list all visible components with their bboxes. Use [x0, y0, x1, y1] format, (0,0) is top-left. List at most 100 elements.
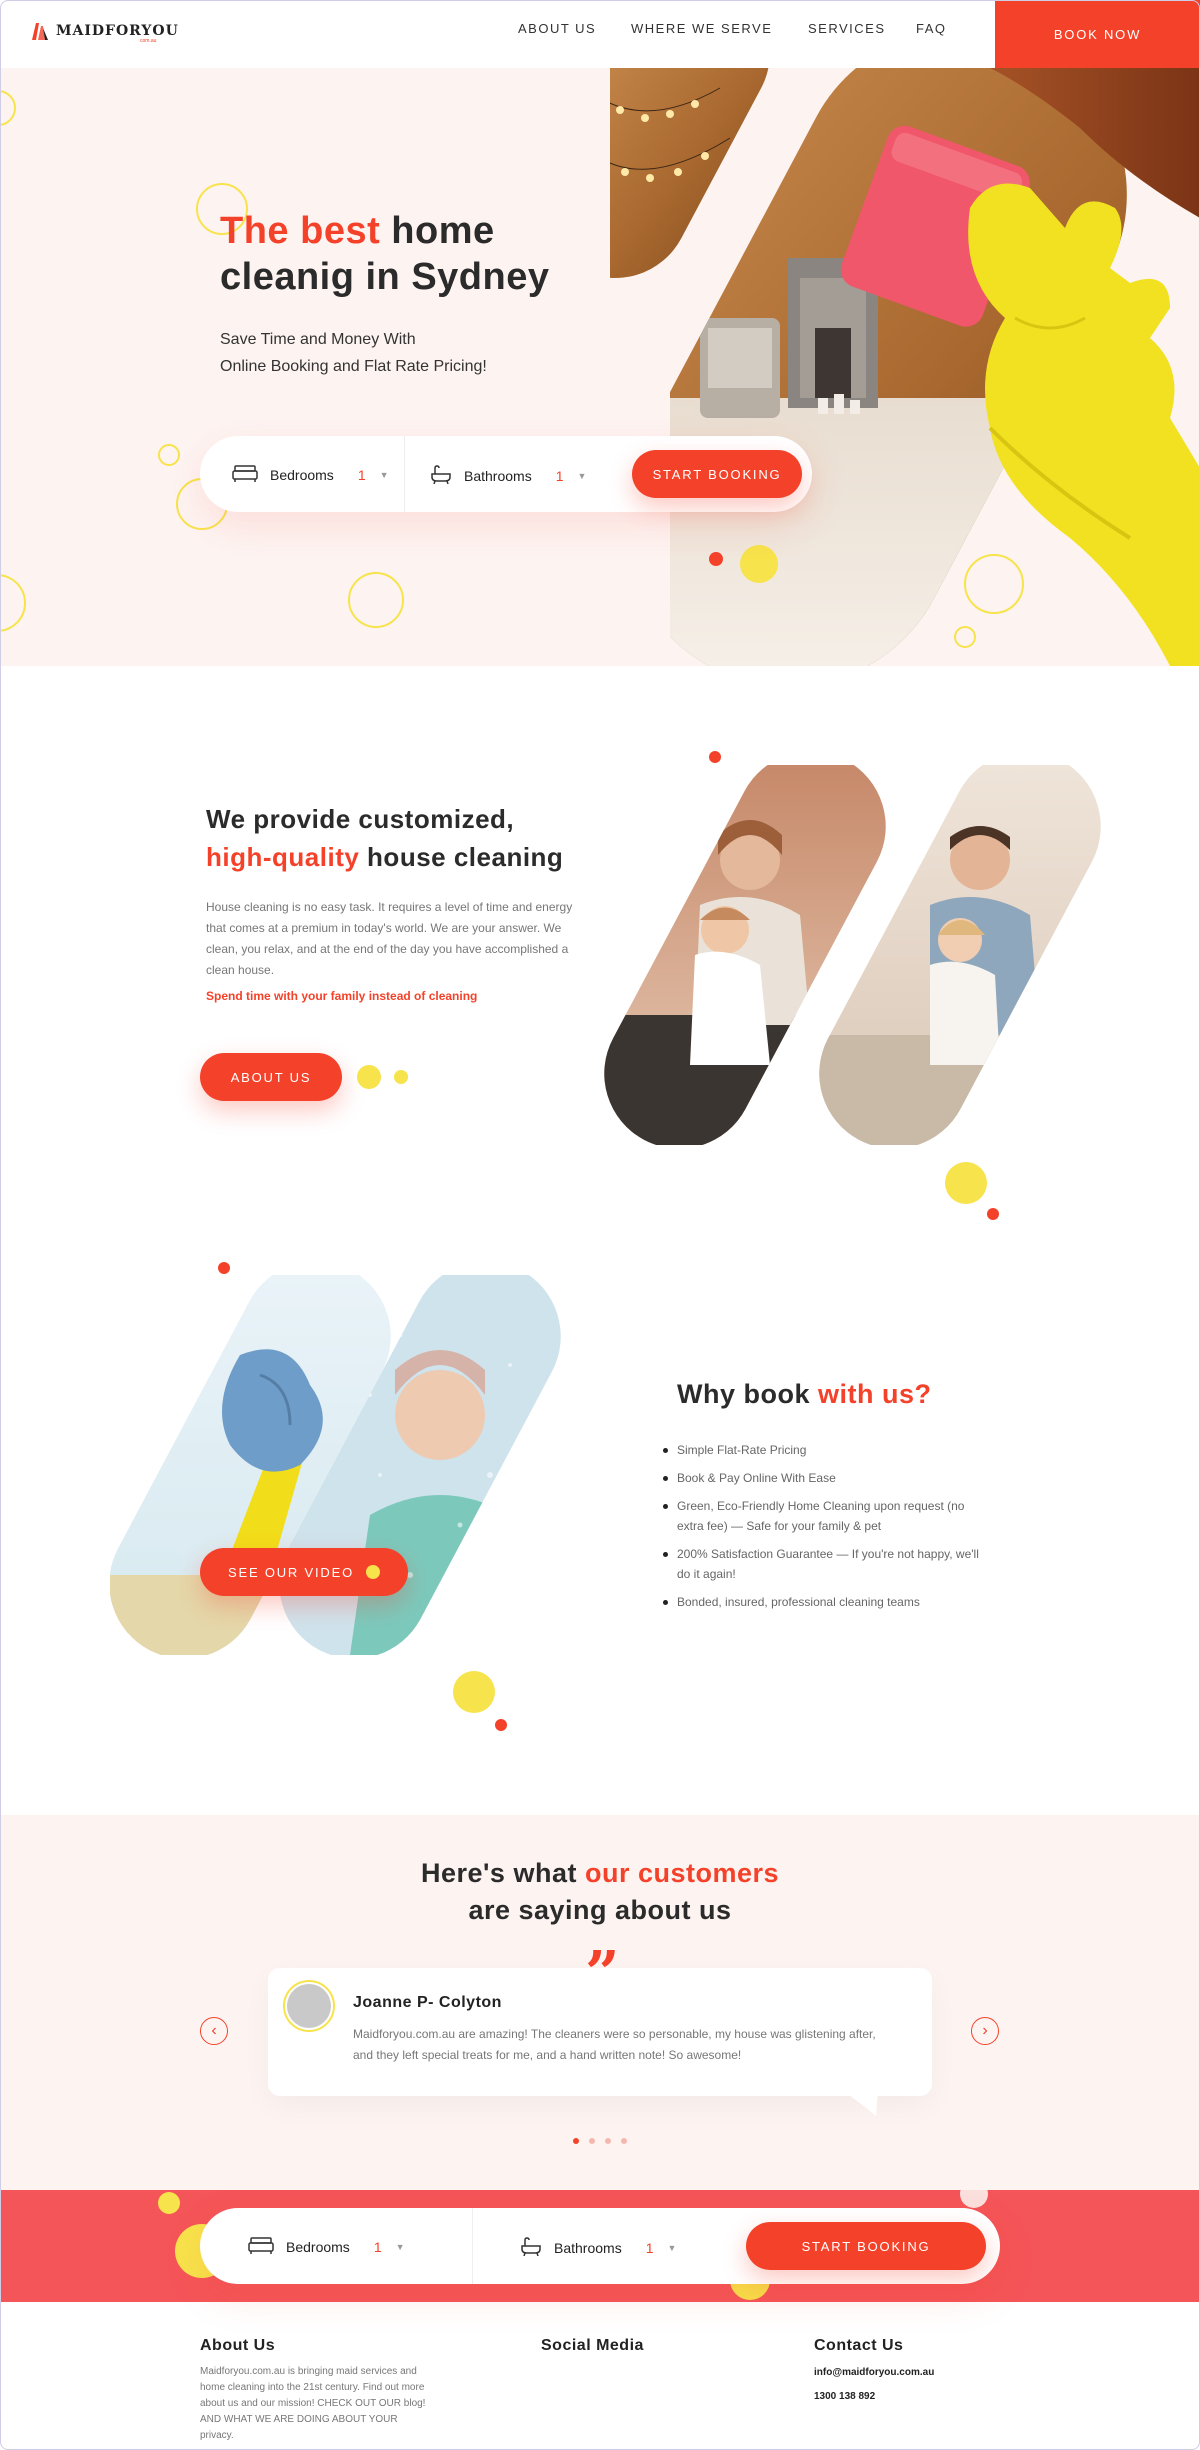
top-navbar: MAIDFORYOU com.au ABOUT US WHERE WE SERV… [0, 0, 1200, 68]
footer-about-text: Maidforyou.com.au is bringing maid servi… [200, 2366, 426, 2441]
band-start-booking-button[interactable]: START BOOKING [746, 2222, 986, 2270]
decor-dot [960, 2190, 988, 2208]
bedrooms-label: Bedrooms [270, 466, 334, 483]
why-item: Bonded, insured, professional cleaning t… [663, 1592, 983, 1612]
logo[interactable]: MAIDFORYOU [30, 20, 179, 42]
decor-dot [987, 1208, 999, 1220]
footer-email-link[interactable]: info@maidforyou.com.au [814, 2367, 934, 2378]
speech-tail [842, 2090, 878, 2116]
booking-divider [472, 2208, 473, 2284]
footer-phone-link[interactable]: 1300 138 892 [814, 2391, 875, 2402]
decor-dot [709, 552, 723, 566]
about-title-accent: high-quality [206, 842, 360, 872]
why-title-accent: with us? [818, 1379, 932, 1409]
nav-link-about-us[interactable]: ABOUT US [518, 21, 596, 36]
bedrooms-label: Bedrooms [286, 2238, 350, 2255]
band-bathrooms-selector[interactable]: Bathrooms 1 ▼ [520, 2236, 676, 2259]
about-us-button[interactable]: ABOUT US [200, 1053, 342, 1101]
why-title: Why book with us? [677, 1375, 932, 1413]
decor-dot [394, 1070, 408, 1084]
decor-ring [348, 572, 404, 628]
about-title-line-1: We provide customized, [206, 804, 515, 834]
hero-subtitle-line-1: Save Time and Money With [220, 331, 416, 348]
decor-dot [158, 2192, 180, 2214]
bathtub-icon [520, 2236, 542, 2259]
about-title-rest: house cleaning [359, 842, 564, 872]
decor-dot [740, 545, 778, 583]
booking-divider [404, 436, 405, 512]
logo-text: MAIDFORYOU [56, 23, 179, 39]
cleaning-photos [110, 1275, 620, 1655]
decor-dot [357, 1065, 381, 1089]
pager-dot[interactable] [605, 2138, 611, 2144]
decor-dot [945, 1162, 987, 1204]
bathrooms-value: 1 [555, 467, 564, 484]
why-item: Simple Flat-Rate Pricing [663, 1440, 983, 1460]
decor-ring [158, 444, 180, 466]
logo-subtext: com.au [140, 38, 157, 44]
why-item: 200% Satisfaction Guarantee — If you're … [663, 1544, 983, 1584]
decor-ring [0, 574, 26, 632]
bathrooms-label: Bathrooms [554, 2239, 622, 2256]
bed-icon [232, 464, 258, 485]
decor-dot [218, 1262, 230, 1274]
bedrooms-value: 1 [357, 466, 366, 483]
arrow-left-icon[interactable]: ‹ [200, 2017, 228, 2045]
start-booking-button[interactable]: START BOOKING [632, 450, 802, 498]
bathrooms-selector[interactable]: Bathrooms 1 ▼ [430, 464, 586, 487]
hero-title: The best home cleanig in Sydney [220, 208, 550, 300]
about-title: We provide customized, high-quality hous… [206, 800, 563, 876]
nav-link-faq[interactable]: FAQ [916, 21, 947, 36]
bathtub-icon [430, 464, 452, 487]
see-our-video-label: SEE OUR VIDEO [228, 1564, 354, 1580]
bed-icon [248, 2236, 274, 2257]
pager-dot[interactable] [573, 2138, 579, 2144]
logo-mark-icon [30, 20, 50, 42]
hero-title-accent: The best [220, 210, 381, 252]
why-item: Book & Pay Online With Ease [663, 1468, 983, 1488]
avatar [283, 1980, 335, 2032]
hero-title-line-2: cleanig in Sydney [220, 256, 550, 298]
decor-dot [495, 1719, 507, 1731]
testimonials-title-plain: Here's what [420, 1858, 585, 1888]
pager-dot[interactable] [589, 2138, 595, 2144]
hero-section: The best home cleanig in Sydney Save Tim… [0, 68, 1200, 666]
testimonial-name: Joanne P- Colyton [353, 1994, 502, 2011]
caret-down-icon: ▼ [379, 469, 389, 480]
hero-subtitle: Save Time and Money With Online Booking … [220, 326, 487, 380]
bedrooms-selector[interactable]: Bedrooms 1 ▼ [232, 464, 389, 485]
book-now-button[interactable]: BOOK NOW [995, 0, 1200, 68]
decor-dot [453, 1671, 495, 1713]
hero-title-rest: home [380, 210, 495, 252]
why-title-plain: Why book [677, 1379, 818, 1409]
pager-dot[interactable] [621, 2138, 627, 2144]
nav-link-where-we-serve[interactable]: WHERE WE SERVE [631, 21, 772, 36]
testimonial-text: Maidforyou.com.au are amazing! The clean… [353, 2027, 876, 2062]
see-our-video-button[interactable]: SEE OUR VIDEO [200, 1548, 408, 1596]
hero-cleaning-image [570, 68, 1200, 666]
caret-down-icon: ▼ [667, 2242, 677, 2253]
footer-contact-title: Contact Us [814, 2337, 904, 2354]
testimonials-title-line-2: are saying about us [468, 1895, 732, 1925]
quote-icon: ” [585, 1939, 620, 2009]
bedrooms-value: 1 [373, 2238, 382, 2255]
about-note: Spend time with your family instead of c… [206, 989, 478, 1003]
caret-down-icon: ▼ [395, 2241, 405, 2252]
why-list: Simple Flat-Rate Pricing Book & Pay Onli… [663, 1440, 983, 1620]
nav-link-services[interactable]: SERVICES [808, 21, 886, 36]
footer-about-title: About Us [200, 2337, 276, 2354]
bathrooms-label: Bathrooms [464, 467, 532, 484]
caret-down-icon: ▼ [577, 470, 587, 481]
play-dot-icon [365, 1565, 380, 1579]
about-body: House cleaning is no easy task. It requi… [206, 900, 573, 977]
band-bedrooms-selector[interactable]: Bedrooms 1 ▼ [248, 2236, 405, 2257]
testimonials-title-accent: our customers [584, 1858, 780, 1888]
bathrooms-value: 1 [645, 2239, 654, 2256]
hero-subtitle-line-2: Online Booking and Flat Rate Pricing! [220, 358, 487, 375]
footer-social-title: Social Media [541, 2337, 644, 2354]
decor-ring [0, 90, 16, 126]
arrow-right-icon[interactable]: › [971, 2017, 999, 2045]
testimonials-title: Here's what our customers are saying abo… [0, 1855, 1200, 1929]
why-item: Green, Eco-Friendly Home Cleaning upon r… [663, 1496, 983, 1536]
family-photos [600, 765, 1110, 1145]
